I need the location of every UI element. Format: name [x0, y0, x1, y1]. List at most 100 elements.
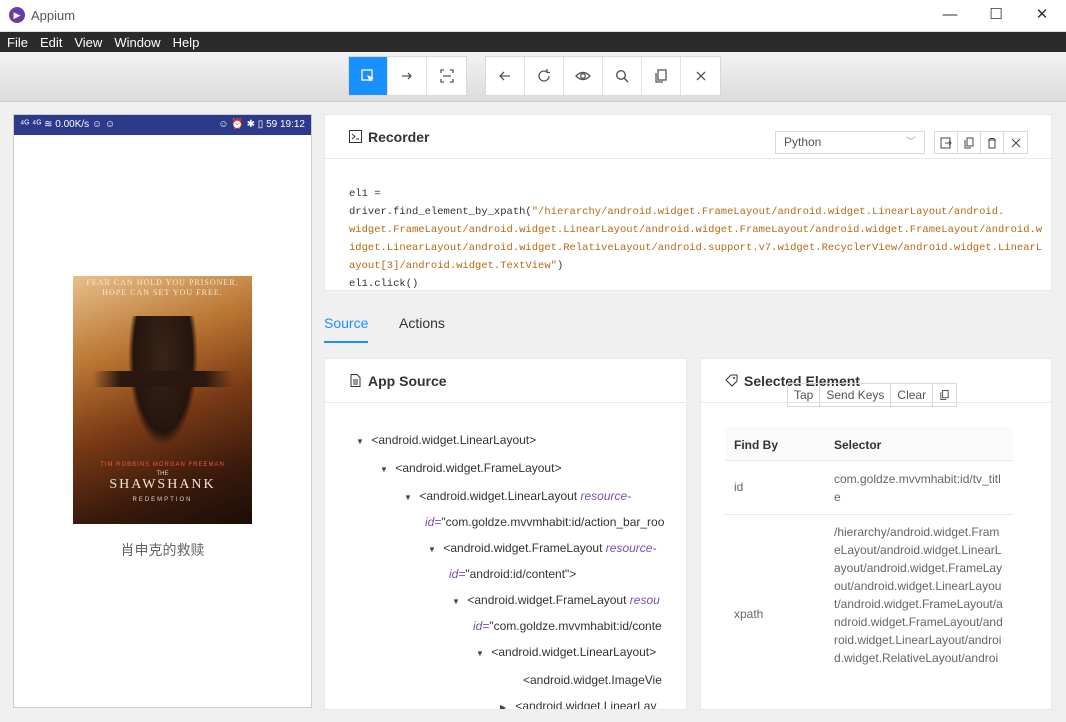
close-window-button[interactable]: ✕ — [1019, 0, 1065, 32]
close-recorder-button[interactable] — [1004, 132, 1027, 153]
tree-node[interactable]: ▶ <android.widget.LinearLay — [500, 693, 656, 709]
code-line-1: el1 = driver.find_element_by_xpath("/hie… — [349, 185, 1019, 221]
header-selector: Selector — [834, 438, 882, 452]
caret-down-icon: ▼ — [380, 465, 388, 474]
selector-cell[interactable]: /hierarchy/android.widget.FrameLayout/an… — [834, 523, 1004, 667]
tree-node[interactable]: ▼ <android.widget.FrameLayout resource- — [428, 535, 656, 563]
file-icon — [350, 374, 361, 387]
close-icon — [1011, 138, 1020, 147]
clear-code-button[interactable] — [981, 132, 1004, 153]
close-icon — [696, 71, 705, 81]
tree-node[interactable]: ▼ <android.widget.LinearLayout> — [356, 427, 536, 455]
swipe-arrow-icon — [402, 72, 412, 80]
select-element-button[interactable] — [349, 57, 388, 95]
search-icon — [615, 69, 629, 83]
menu-window[interactable]: Window — [107, 32, 165, 51]
action-button-group — [485, 56, 721, 96]
menu-view[interactable]: View — [67, 32, 107, 51]
movie-poster-image[interactable]: FEAR CAN HOLD YOU PRISONER. HOPE CAN SET… — [73, 276, 252, 524]
code-string: ayout[3]/android.widget.TextView" — [349, 260, 557, 272]
code-line-5: el1.click() — [349, 278, 419, 290]
menu-bar: File Edit View Window Help — [0, 32, 1066, 52]
swipe-button[interactable] — [388, 57, 427, 95]
movie-title-text[interactable]: 肖申克的救赎 — [14, 540, 311, 560]
start-recording-button[interactable] — [564, 57, 603, 95]
copy-code-button[interactable] — [958, 132, 981, 153]
show-boilerplate-button[interactable] — [935, 132, 958, 153]
node-tag: <android.widget.FrameLayout — [443, 541, 606, 555]
tree-node[interactable]: ▼ <android.widget.FrameLayout resou — [452, 587, 660, 615]
mode-button-group — [348, 56, 467, 96]
table-row[interactable]: xpath /hierarchy/android.widget.FrameLay… — [725, 515, 1013, 709]
inspector-tabs: Source Actions — [324, 305, 1051, 343]
caret-down-icon: ▼ — [428, 545, 436, 554]
arrow-left-icon — [499, 71, 510, 81]
device-status-bar: ⁴ᴳ ⁴ᴳ ≋ 0.00K/s ☺ ☺ ☺ ⏰ ✱ ▯ 59 19:12 — [14, 115, 311, 135]
node-attr: id= — [425, 515, 442, 529]
language-select[interactable]: Python ﹀ — [775, 131, 925, 154]
poster-tagline: FEAR CAN HOLD YOU PRISONER. HOPE CAN SET… — [86, 278, 239, 297]
node-attr: resource- — [580, 489, 632, 503]
tree-node-cont: id="com.goldze.mvvmhabit:id/action_bar_r… — [425, 509, 664, 535]
appium-logo-icon: ▶ — [9, 7, 25, 23]
search-elements-button[interactable] — [603, 57, 642, 95]
tree-node[interactable]: ▼ <android.widget.LinearLayout resource- — [404, 483, 631, 511]
refresh-icon — [538, 69, 550, 82]
app-source-title: App Source — [368, 372, 447, 389]
node-tag: <android.widget.LinearLayout — [419, 489, 581, 503]
code-string: "/hierarchy/android.widget.FrameLayout/a… — [531, 206, 1005, 218]
caret-down-icon: ▼ — [452, 597, 460, 606]
tree-node[interactable]: <android.widget.ImageVie — [523, 667, 662, 693]
caret-down-icon: ▼ — [476, 649, 484, 658]
menu-edit[interactable]: Edit — [33, 32, 67, 51]
tab-actions[interactable]: Actions — [399, 315, 445, 341]
node-tag: <android.widget.LinearLayout> — [371, 433, 537, 447]
status-left: ⁴ᴳ ⁴ᴳ ≋ 0.00K/s ☺ ☺ — [20, 119, 116, 130]
code-line-3: idget.LinearLayout/android.widget.Relati… — [349, 242, 1043, 254]
app-source-panel: App Source ▼ <android.widget.LinearLayou… — [324, 358, 687, 710]
recorder-panel: Recorder Python ﹀ el1 = driver.find_elem… — [324, 114, 1052, 291]
toolbar — [0, 52, 1066, 102]
caret-down-icon: ▼ — [356, 437, 364, 446]
source-tree: ▼ <android.widget.LinearLayout> ▼ <andro… — [325, 421, 685, 709]
poster-title: SHAWSHANK — [109, 477, 216, 492]
tree-node-cont: id="android:id/content"> — [449, 561, 576, 587]
node-attr: resource- — [605, 541, 657, 555]
title-bar: ▶ Appium — ☐ ✕ — [0, 0, 1066, 32]
select-cursor-icon — [361, 69, 374, 82]
back-button[interactable] — [486, 57, 525, 95]
tree-node[interactable]: ▼ <android.widget.FrameLayout> — [380, 455, 561, 483]
quit-session-button[interactable] — [681, 57, 720, 95]
table-header: Find By Selector — [725, 427, 1013, 461]
refresh-button[interactable] — [525, 57, 564, 95]
terminal-icon — [349, 130, 362, 143]
tap-coordinates-button[interactable] — [427, 57, 466, 95]
maximize-button[interactable]: ☐ — [973, 0, 1019, 32]
tab-source[interactable]: Source — [324, 315, 369, 343]
code-text: el1 = driver.find_element_by_xpath( — [349, 188, 532, 218]
menu-help[interactable]: Help — [166, 32, 205, 51]
header-find-by: Find By — [734, 438, 778, 452]
tag-icon — [725, 374, 738, 387]
selector-cell[interactable]: com.goldze.mvvmhabit:id/tv_title — [834, 470, 1004, 506]
trash-icon — [988, 137, 996, 148]
minimize-button[interactable]: — — [927, 0, 973, 32]
caret-down-icon: ▼ — [404, 493, 412, 502]
tap-button[interactable]: Tap — [788, 384, 821, 406]
node-attr: resou — [629, 593, 660, 607]
device-screenshot[interactable]: ⁴ᴳ ⁴ᴳ ≋ 0.00K/s ☺ ☺ ☺ ⏰ ✱ ▯ 59 19:12 FEA… — [13, 114, 312, 708]
tree-node[interactable]: ▼ <android.widget.LinearLayout> — [476, 639, 656, 667]
recorder-title: Recorder — [368, 128, 430, 145]
chevron-down-icon: ﹀ — [906, 137, 916, 148]
selected-element-panel: Selected Element Tap Send Keys Clear Fin… — [700, 358, 1052, 710]
find-by-cell: id — [734, 480, 744, 494]
clear-button[interactable]: Clear — [891, 384, 934, 406]
send-keys-button[interactable]: Send Keys — [820, 384, 892, 406]
node-tag: <android.widget.FrameLayout> — [395, 461, 562, 475]
poster-arms — [93, 371, 233, 387]
menu-file[interactable]: File — [0, 32, 33, 51]
table-row[interactable]: id com.goldze.mvvmhabit:id/tv_title — [725, 461, 1013, 515]
node-tag: <android.widget.FrameLayout — [467, 593, 630, 607]
copy-xml-button[interactable] — [642, 57, 681, 95]
copy-attributes-button[interactable] — [933, 384, 956, 406]
